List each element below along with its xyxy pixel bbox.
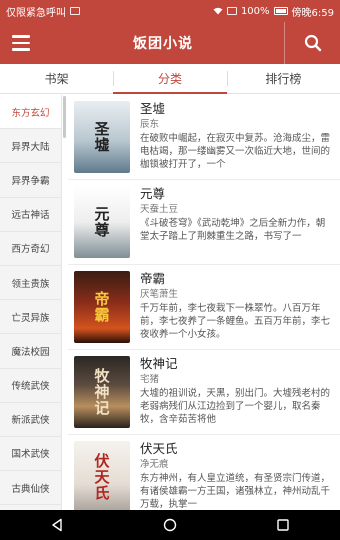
sidebar-item-xifang-qihuan[interactable]: 西方奇幻: [0, 232, 61, 266]
book-author: 天蚕土豆: [140, 204, 179, 215]
message-icon: [70, 7, 80, 15]
book-cover[interactable]: 元尊: [74, 186, 130, 258]
sidebar-item-yijie-dalu[interactable]: 异界大陆: [0, 129, 61, 164]
home-circle-icon: [163, 518, 177, 532]
search-button[interactable]: [284, 22, 340, 64]
sidebar-item-mofa-xiaoyuan[interactable]: 魔法校园: [0, 334, 61, 369]
status-left: 仅限紧急呼叫: [6, 4, 213, 19]
sidebar-item-chuantong-wuxia[interactable]: 传统武侠: [0, 369, 61, 403]
book-title[interactable]: 帝霸: [140, 271, 334, 287]
tab-bookshelf[interactable]: 书架: [0, 64, 113, 93]
book-author: 净无痕: [140, 459, 169, 470]
battery-text: 100%: [240, 5, 270, 17]
cover-title: 伏天氏: [92, 453, 111, 501]
book-description: 大墟的祖训说，天黑，别出门。大墟残老村的老弱病残们从江边捡到了一个婴儿，取名秦牧…: [140, 388, 331, 425]
sidebar-item-yijie-zhengba[interactable]: 异界争霸: [0, 163, 61, 198]
book-cover[interactable]: 帝霸: [74, 271, 130, 343]
sidebar-item-lingzhu-guizu[interactable]: 领主贵族: [0, 266, 61, 301]
page-title: 饭团小说: [133, 36, 193, 52]
list-item[interactable]: 帝霸 帝霸 厌笔萧生 千万年前，李七夜栽下一株翠竹。八百万年前，李七夜养了一条鲤…: [68, 265, 340, 350]
book-author: 厌笔萧生: [140, 289, 179, 300]
sidebar-item-gudian-xianxia[interactable]: 古典仙侠: [0, 471, 61, 506]
book-title[interactable]: 元尊: [140, 186, 334, 202]
search-icon: [304, 34, 321, 52]
hamburger-line: [12, 48, 30, 51]
list-item[interactable]: 牧神记 牧神记 宅猪 大墟的祖训说，天黑，别出门。大墟残老村的老弱病残们从江边捡…: [68, 350, 340, 435]
cover-title: 帝霸: [92, 291, 111, 323]
book-author: 宅猪: [140, 374, 160, 385]
back-button[interactable]: [37, 510, 77, 540]
cover-title: 牧神记: [92, 368, 111, 416]
cover-title: 元尊: [92, 206, 111, 238]
list-item[interactable]: 圣墟 圣墟 辰东 在破败中崛起，在寂灭中复苏。沧海成尘，雷电枯竭，那一缕幽雾又一…: [68, 95, 340, 180]
home-button[interactable]: [150, 510, 190, 540]
sidebar-item-wangling-yizu[interactable]: 亡灵异族: [0, 300, 61, 335]
book-description: 在破败中崛起，在寂灭中复苏。沧海成尘，雷电枯竭，那一缕幽雾又一次临近大地，世间的…: [140, 133, 331, 170]
system-nav-bar: [0, 510, 340, 540]
book-info: 帝霸 厌笔萧生 千万年前，李七夜栽下一株翠竹。八百万年前，李七夜养了一条鲤鱼。五…: [130, 271, 334, 349]
list-item[interactable]: 元尊 元尊 天蚕土豆 《斗破苍穹》《武动乾坤》之后全新力作，朝堂太子踏上了荆棘重…: [68, 180, 340, 265]
menu-button[interactable]: [0, 22, 42, 64]
category-sidebar: 东方玄幻 异界大陆 异界争霸 远古神话 西方奇幻 领主贵族 亡灵异族 魔法校园 …: [0, 95, 62, 510]
book-author: 辰东: [140, 119, 160, 130]
book-info: 圣墟 辰东 在破败中崛起，在寂灭中复苏。沧海成尘，雷电枯竭，那一缕幽雾又一次临近…: [130, 101, 334, 179]
sidebar-scrollbar[interactable]: [63, 96, 66, 138]
hamburger-menu-icon: [12, 35, 30, 38]
book-cover[interactable]: 伏天氏: [74, 441, 130, 510]
status-time: 傍晚6:59: [291, 7, 334, 19]
wifi-icon: [213, 7, 223, 15]
tab-categories[interactable]: 分类: [113, 64, 227, 94]
cover-title: 圣墟: [92, 121, 111, 153]
book-description: 千万年前，李七夜栽下一株翠竹。八百万年前，李七夜养了一条鲤鱼。五百万年前，李七夜…: [140, 303, 331, 340]
sidebar-item-xinpai-wuxia[interactable]: 新派武侠: [0, 403, 61, 437]
hamburger-line: [12, 41, 30, 45]
recents-button[interactable]: [263, 510, 303, 540]
book-info: 元尊 天蚕土豆 《斗破苍穹》《武动乾坤》之后全新力作，朝堂太子踏上了荆棘重生之路…: [130, 186, 334, 264]
recents-square-icon: [277, 519, 290, 531]
tab-rankings[interactable]: 排行榜: [226, 64, 340, 93]
book-title[interactable]: 圣墟: [140, 101, 334, 117]
status-right: 100% 傍晚6:59: [213, 4, 334, 19]
sidebar-item-dongfang-xuanhuan[interactable]: 东方玄幻: [0, 95, 61, 130]
battery-icon: [273, 7, 288, 15]
status-bar: 仅限紧急呼叫 100% 傍晚6:59: [0, 0, 340, 22]
sidebar-item-guoshu-wuxia[interactable]: 国术武侠: [0, 437, 61, 472]
book-cover[interactable]: 牧神记: [74, 356, 130, 428]
sidebar-item-yuangu-shenhua[interactable]: 远古神话: [0, 198, 61, 232]
sim-icon: [226, 7, 237, 15]
book-title[interactable]: 牧神记: [140, 356, 334, 372]
book-cover[interactable]: 圣墟: [74, 101, 130, 173]
book-description: 东方神州，有人皇立道统，有圣贤宗门传道，有诸侯雄霸一方王国，诸强林立，神州动乱千…: [140, 473, 331, 510]
tab-bar: 书架 分类 排行榜: [0, 64, 340, 94]
back-triangle-icon: [51, 518, 62, 532]
book-list: 圣墟 圣墟 辰东 在破败中崛起，在寂灭中复苏。沧海成尘，雷电枯竭，那一缕幽雾又一…: [68, 95, 340, 510]
status-text: 仅限紧急呼叫: [6, 7, 66, 19]
book-info: 伏天氏 净无痕 东方神州，有人皇立道统，有圣贤宗门传道，有诸侯雄霸一方王国，诸强…: [130, 441, 334, 510]
list-item[interactable]: 伏天氏 伏天氏 净无痕 东方神州，有人皇立道统，有圣贤宗门传道，有诸侯雄霸一方王…: [68, 435, 340, 510]
book-title[interactable]: 伏天氏: [140, 441, 334, 457]
book-info: 牧神记 宅猪 大墟的祖训说，天黑，别出门。大墟残老村的老弱病残们从江边捡到了一个…: [130, 356, 334, 434]
book-description: 《斗破苍穹》《武动乾坤》之后全新力作，朝堂太子踏上了荆棘重生之路，书写了一: [140, 218, 326, 242]
app-bar: 饭团小说: [0, 22, 340, 64]
